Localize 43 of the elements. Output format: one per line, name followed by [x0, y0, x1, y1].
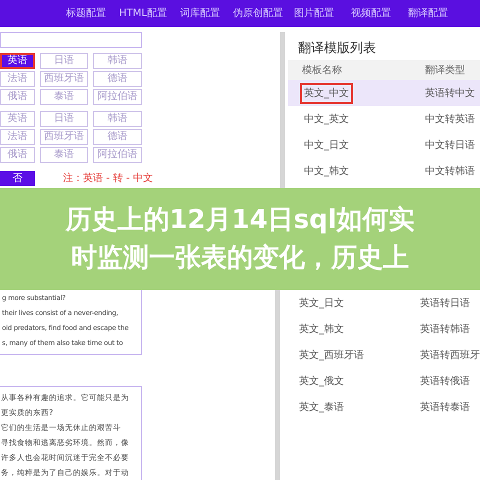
scrollbar[interactable] [275, 290, 280, 480]
nav-item[interactable]: HTML配置 [119, 6, 167, 21]
column-header: 翻译类型 [425, 64, 465, 78]
table-cell-text: 英文_西班牙语 [298, 348, 365, 362]
table-cell-text: 中文_英文 [303, 112, 350, 126]
language-button[interactable]: 日语 [40, 53, 88, 69]
table-cell-text: 英文_韩文 [298, 322, 345, 336]
banner-title: 历史上的12月14日sql如何实 [65, 204, 415, 237]
language-button[interactable]: 泰语 [40, 89, 88, 105]
table-cell-text: 英语转西班牙 [420, 348, 480, 362]
table-cell-text: 中文转韩语 [425, 164, 475, 178]
table-cell-text: 英语转俄语 [420, 374, 470, 388]
table-cell-text: 中文转英语 [425, 112, 475, 126]
table-cell-text: 中文转日语 [425, 138, 475, 152]
nav-item[interactable]: 视频配置 [347, 6, 395, 21]
nav-item[interactable]: 伪原创配置 [233, 6, 281, 21]
table-cell-text: 英语转中文 [425, 86, 475, 100]
language-button[interactable]: 日语 [40, 111, 88, 127]
language-button[interactable]: 德语 [93, 129, 142, 145]
table-cell-text: 英文_俄文 [298, 374, 345, 388]
table-cell-text: 中文_韩文 [303, 164, 350, 178]
column-header: 模板名称 [301, 64, 343, 78]
table-cell-text: 英语转韩语 [420, 322, 470, 336]
input-field[interactable] [0, 32, 142, 48]
nav-item[interactable]: 图片配置 [290, 6, 338, 21]
table-cell-text: 中文_日文 [303, 138, 350, 152]
table-cell-text: 英语转泰语 [420, 400, 470, 414]
table-row[interactable]: 英文_中文 英语转中文 [288, 80, 480, 106]
table-cell-text: 英文_日文 [298, 296, 345, 310]
table-cell-text: 英语转日语 [420, 296, 470, 310]
note-text: 注：英语 - 转 - 中文 [63, 172, 153, 186]
panel-title: 翻译模版列表 [297, 40, 377, 58]
nav-item[interactable]: 翻译配置 [404, 6, 452, 21]
no-button[interactable]: 否 [0, 171, 35, 186]
nav-item[interactable]: 标题配置 [62, 6, 110, 21]
language-button[interactable]: 泰语 [40, 147, 88, 163]
table-cell-text: 英文_泰语 [298, 400, 345, 414]
nav-item[interactable]: 词库配置 [176, 6, 224, 21]
scrollbar[interactable] [280, 32, 285, 188]
banner-title: 时监测一张表的变化，历史上 [71, 242, 409, 275]
language-button[interactable]: 德语 [93, 71, 142, 87]
table-cell: 英文_中文 [300, 82, 353, 104]
language-button[interactable]: 英语 [0, 53, 35, 69]
